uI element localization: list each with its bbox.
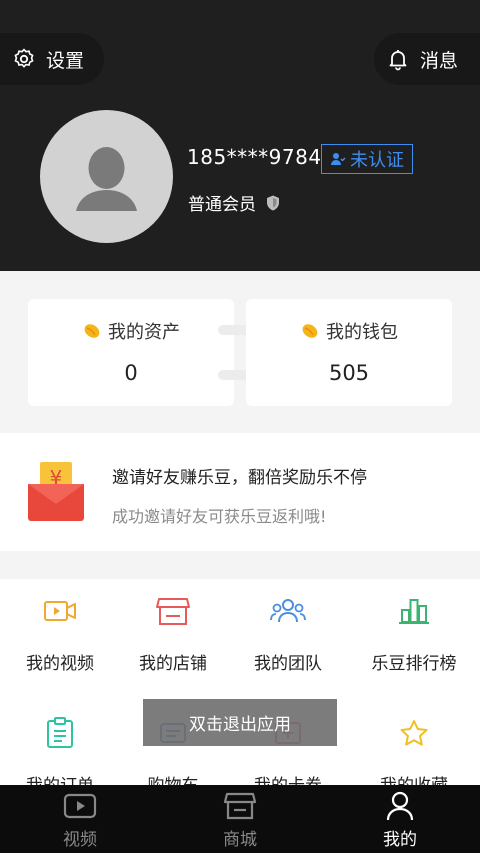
grid-item-my-team[interactable]: 我的团队: [228, 593, 348, 674]
tab-label: 我的: [383, 830, 417, 850]
messages-button[interactable]: 消息: [374, 33, 480, 85]
tab-profile[interactable]: 我的: [320, 785, 480, 853]
video-tab-icon: [63, 790, 97, 822]
grid-item-label: 我的店铺: [139, 654, 207, 674]
bean-icon: [82, 321, 102, 341]
grid-item-my-videos[interactable]: 我的视频: [0, 593, 120, 674]
my-wallet-title: 我的钱包: [246, 318, 452, 344]
user-verify-icon: [330, 151, 346, 167]
verify-badge[interactable]: 未认证: [321, 144, 413, 174]
exit-toast: 双击退出应用: [143, 699, 337, 746]
my-assets-label: 我的资产: [108, 322, 180, 343]
grid-item-favorites[interactable]: 我的收藏: [354, 715, 474, 796]
store-icon: [113, 593, 233, 629]
mall-tab-icon: [223, 790, 257, 822]
team-icon: [228, 593, 348, 629]
user-silhouette-icon: [76, 147, 137, 211]
function-grid: 我的视频 我的店铺 我的团队 乐豆排行榜 我的订单 购物车 我的卡券 我的收藏: [0, 579, 480, 796]
bottom-tab-bar: 视频 商城 我的: [0, 785, 480, 853]
invite-title: 邀请好友赚乐豆，翻倍奖励乐不停: [112, 468, 367, 488]
verify-label: 未认证: [350, 150, 404, 171]
grid-item-ranking[interactable]: 乐豆排行榜: [354, 593, 474, 674]
bell-icon: [386, 47, 410, 71]
invite-subtitle: 成功邀请好友可获乐豆返利哦!: [112, 507, 327, 526]
video-icon: [0, 593, 120, 629]
invite-banner[interactable]: ¥ 邀请好友赚乐豆，翻倍奖励乐不停 成功邀请好友可获乐豆返利哦!: [0, 433, 480, 551]
gear-icon: [12, 47, 36, 71]
phone-number: 185****9784: [187, 145, 322, 169]
settings-button[interactable]: 设置: [0, 33, 104, 85]
my-wallet-value: 505: [328, 361, 370, 385]
bean-icon: [300, 321, 320, 341]
grid-item-label: 我的视频: [26, 654, 94, 674]
my-wallet-label: 我的钱包: [326, 322, 398, 343]
tab-label: 商城: [223, 830, 257, 850]
tab-mall[interactable]: 商城: [160, 785, 320, 853]
profile-tab-icon: [383, 790, 417, 822]
tab-video[interactable]: 视频: [0, 785, 160, 853]
member-level-label: 普通会员: [188, 195, 256, 215]
my-assets-value: 0: [124, 361, 138, 385]
my-assets-title: 我的资产: [28, 318, 234, 344]
settings-label: 设置: [46, 49, 85, 72]
tab-label: 视频: [63, 830, 97, 850]
shield-icon: [264, 194, 282, 212]
star-icon: [354, 715, 474, 751]
grid-item-label: 乐豆排行榜: [371, 654, 457, 674]
grid-item-my-store[interactable]: 我的店铺: [113, 593, 233, 674]
ranking-icon: [354, 593, 474, 629]
profile-header: 设置 消息 185****9784 未认证 普通会员: [0, 0, 480, 271]
my-wallet-card[interactable]: 我的钱包 505: [246, 299, 452, 406]
messages-label: 消息: [420, 49, 459, 72]
red-envelope-icon: ¥: [26, 460, 86, 522]
avatar[interactable]: [40, 110, 173, 243]
grid-item-my-orders[interactable]: 我的订单: [0, 715, 120, 796]
my-assets-card[interactable]: 我的资产 0: [28, 299, 234, 406]
member-level: 普通会员: [188, 190, 282, 215]
grid-item-label: 我的团队: [254, 654, 322, 674]
order-icon: [0, 715, 120, 751]
